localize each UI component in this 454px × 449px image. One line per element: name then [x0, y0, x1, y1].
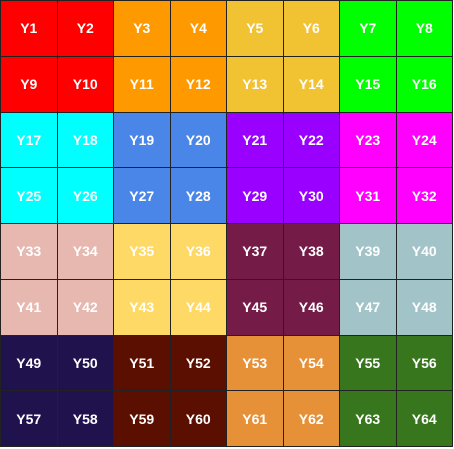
- grid-cell: Y24: [396, 112, 453, 169]
- grid-cell: Y27: [114, 168, 171, 224]
- grid-cell: Y23: [340, 112, 397, 169]
- grid-cell: Y25: [1, 168, 58, 224]
- grid-cell: Y28: [170, 168, 227, 224]
- grid-cell: Y1: [1, 1, 58, 57]
- grid-cell: Y51: [114, 335, 171, 392]
- grid-cell: Y38: [283, 224, 340, 280]
- grid-cell: Y56: [396, 335, 453, 392]
- grid-cell: Y59: [114, 391, 171, 447]
- grid-cell: Y16: [396, 56, 453, 113]
- grid-cell: Y43: [114, 279, 171, 336]
- grid-cell: Y14: [283, 56, 340, 113]
- grid-cell: Y44: [170, 279, 227, 336]
- grid-cell: Y30: [283, 168, 340, 224]
- grid-cell: Y9: [1, 56, 58, 113]
- grid-cell: Y20: [170, 112, 227, 169]
- grid-cell: Y39: [340, 224, 397, 280]
- grid-cell: Y29: [227, 168, 284, 224]
- grid-cell: Y42: [57, 279, 114, 336]
- grid-cell: Y64: [396, 391, 453, 447]
- grid-cell: Y12: [170, 56, 227, 113]
- grid-cell: Y17: [1, 112, 58, 169]
- grid-cell: Y4: [170, 1, 227, 57]
- grid-cell: Y45: [227, 279, 284, 336]
- grid-cell: Y18: [57, 112, 114, 169]
- grid-cell: Y8: [396, 1, 453, 57]
- grid-cell: Y13: [227, 56, 284, 113]
- grid-cell: Y5: [227, 1, 284, 57]
- grid-cell: Y48: [396, 279, 453, 336]
- grid-cell: Y7: [340, 1, 397, 57]
- grid-cell: Y31: [340, 168, 397, 224]
- grid-cell: Y41: [1, 279, 58, 336]
- grid-cell: Y3: [114, 1, 171, 57]
- grid-cell: Y33: [1, 224, 58, 280]
- grid-cell: Y46: [283, 279, 340, 336]
- grid-cell: Y62: [283, 391, 340, 447]
- color-grid: Y1 Y2 Y3 Y4 Y5 Y6 Y7 Y8 Y9 Y10 Y11 Y12 Y13 Y14 Y15 Y16 Y…: [0, 0, 453, 447]
- grid-cell: Y26: [57, 168, 114, 224]
- grid-cell: Y19: [114, 112, 171, 169]
- grid-cell: Y21: [227, 112, 284, 169]
- grid-cell: Y36: [170, 224, 227, 280]
- grid-cell: Y53: [227, 335, 284, 392]
- grid-cell: Y52: [170, 335, 227, 392]
- grid-cell: Y22: [283, 112, 340, 169]
- grid-cell: Y2: [57, 1, 114, 57]
- grid-cell: Y11: [114, 56, 171, 113]
- grid-cell: Y50: [57, 335, 114, 392]
- grid-cell: Y10: [57, 56, 114, 113]
- grid-cell: Y47: [340, 279, 397, 336]
- grid-cell: Y40: [396, 224, 453, 280]
- grid-cell: Y57: [1, 391, 58, 447]
- grid-cell: Y58: [57, 391, 114, 447]
- grid-cell: Y15: [340, 56, 397, 113]
- grid-cell: Y6: [283, 1, 340, 57]
- grid-cell: Y37: [227, 224, 284, 280]
- grid-cell: Y49: [1, 335, 58, 392]
- grid-cell: Y35: [114, 224, 171, 280]
- grid-cell: Y34: [57, 224, 114, 280]
- grid-cell: Y61: [227, 391, 284, 447]
- grid-cell: Y63: [340, 391, 397, 447]
- grid-cell: Y60: [170, 391, 227, 447]
- grid-cell: Y55: [340, 335, 397, 392]
- grid-cell: Y32: [396, 168, 453, 224]
- grid-cell: Y54: [283, 335, 340, 392]
